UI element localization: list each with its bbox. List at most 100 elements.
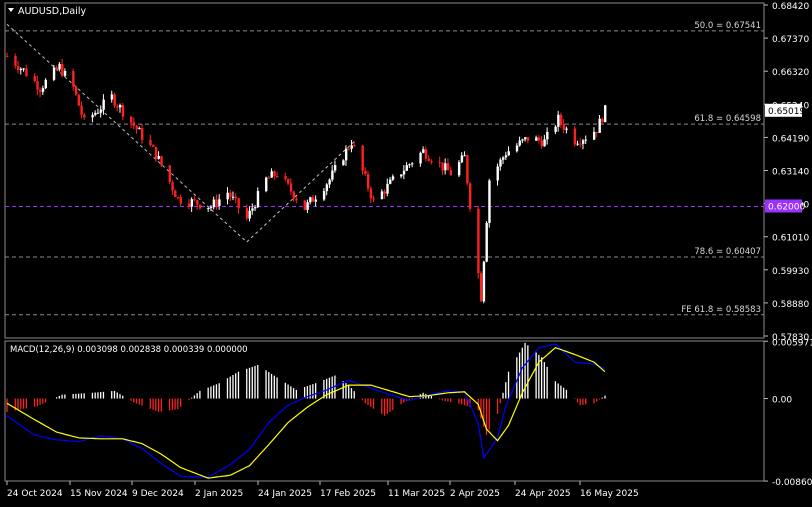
fib-level-label: FE 61.8 = 0.58583 [681, 305, 761, 315]
candle-body [565, 128, 568, 130]
candle-body [292, 191, 295, 199]
candle-body [256, 191, 260, 208]
candle-body [19, 68, 23, 71]
time-tick-label: 16 May 2025 [580, 489, 639, 499]
candle-body [116, 105, 119, 108]
candle-body [207, 207, 210, 209]
candle-body [477, 208, 480, 274]
fib-level-label: 50.0 = 0.67541 [694, 21, 761, 31]
candle-body [537, 137, 541, 141]
price-tick-label: 0.59930 [772, 267, 809, 277]
candle-body [138, 128, 141, 130]
price-tick-label: 0.66320 [772, 68, 809, 78]
candle-body [245, 208, 249, 219]
candle-body [267, 177, 271, 179]
time-tick-label: 24 Oct 2024 [7, 489, 63, 499]
price-tick-label: 0.58880 [772, 300, 809, 310]
candle-body [546, 131, 549, 140]
candle-body [540, 140, 544, 147]
candle-body [77, 94, 81, 106]
candle-body [554, 126, 557, 132]
candle-body [405, 165, 408, 171]
candle-body [595, 131, 599, 133]
candle-body [361, 145, 364, 171]
price-tick-label: 0.61010 [772, 234, 809, 244]
candle-body [482, 261, 486, 302]
time-tick-label: 24 Apr 2025 [515, 489, 571, 499]
candle-body [187, 203, 191, 207]
candle-body [63, 71, 67, 76]
candle-body [372, 198, 375, 200]
candle-body [14, 56, 17, 66]
fib-level-label: 78.6 = 0.60407 [694, 247, 761, 257]
candle-body [265, 177, 268, 192]
candle-body [289, 183, 293, 192]
candle-body [441, 162, 444, 171]
candle-body [438, 162, 442, 164]
candle-body [350, 145, 353, 149]
symbol-label: AUDUSD,Daily [18, 6, 87, 17]
candle-body [171, 182, 174, 191]
current-price-label: 0.65019 [768, 107, 805, 117]
candle-body [333, 165, 337, 171]
candle-body [504, 155, 508, 158]
candle-body [322, 191, 326, 200]
candle-body [419, 152, 422, 164]
candle-body [154, 146, 158, 159]
time-tick-label: 2 Apr 2025 [450, 489, 500, 499]
candle-body [22, 68, 25, 70]
candle-body [287, 179, 290, 184]
candle-body [380, 191, 384, 200]
candle-body [91, 114, 94, 118]
candle-body [33, 76, 36, 82]
candle-body [52, 67, 56, 80]
candle-body [460, 155, 464, 163]
candle-body [402, 170, 406, 175]
candle-body [132, 122, 136, 126]
candle-body [118, 105, 122, 108]
candle-body [83, 114, 86, 118]
macd-label: MACD(12,26,9) 0.003098 0.002838 0.000339… [10, 345, 248, 355]
time-tick-label: 15 Nov 2024 [70, 489, 128, 499]
candle-body [576, 143, 579, 145]
candle-body [218, 199, 221, 206]
candle-body [311, 197, 315, 202]
candle-body [446, 163, 450, 171]
candle-body [557, 114, 560, 127]
candle-body [55, 67, 59, 70]
candle-body [422, 149, 425, 153]
candle-body [193, 199, 196, 201]
candle-body [331, 170, 334, 180]
fib-level-label: 61.8 = 0.64598 [694, 114, 761, 124]
candle-body [507, 151, 510, 156]
candle-body [411, 163, 414, 165]
candle-body [543, 139, 546, 147]
candle-body [518, 140, 521, 146]
candle-body [121, 105, 125, 117]
candle-body [149, 139, 152, 146]
candle-body [190, 199, 194, 207]
candle-body [229, 192, 232, 197]
candle-body [367, 174, 370, 189]
candle-body [94, 112, 97, 115]
candle-body [160, 156, 163, 166]
candle-body [110, 94, 114, 100]
candle-body [515, 145, 519, 152]
candle-body [369, 188, 373, 199]
price-tick-label: 0.68420 [772, 2, 809, 12]
candle-body [39, 89, 42, 92]
candle-body [226, 192, 229, 200]
price-tick-label: 0.63140 [772, 168, 809, 178]
candle-body [314, 199, 318, 202]
candle-body [176, 197, 180, 199]
candle-body [303, 200, 307, 210]
candle-body [6, 55, 9, 57]
candle-body [604, 105, 607, 123]
candle-body [391, 176, 395, 180]
candle-body [479, 273, 483, 302]
candle-body [383, 191, 386, 194]
candle-body [400, 174, 403, 177]
candle-body [562, 123, 566, 130]
candle-body [36, 81, 39, 90]
time-tick-label: 2 Jan 2025 [195, 489, 243, 499]
